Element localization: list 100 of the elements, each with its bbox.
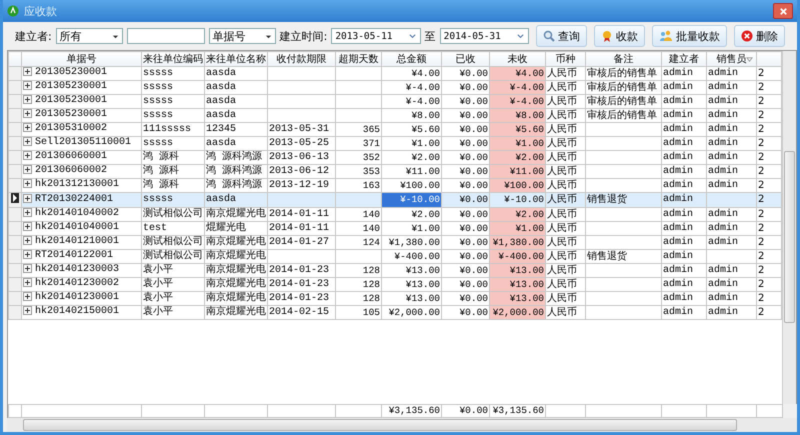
table-cell: hk201312130001	[35, 179, 120, 191]
table-cell: 2	[758, 152, 764, 164]
field-dropdown[interactable]: 单据号	[208, 28, 276, 44]
column-header[interactable]: 已收	[442, 52, 490, 66]
column-header[interactable]: 来往单位编码	[142, 52, 204, 66]
column-header[interactable]: 销售员	[706, 52, 756, 66]
table-cell: 南京焜耀光电	[206, 292, 266, 304]
horizontal-scrollbar[interactable]	[7, 418, 797, 432]
table-row[interactable]: 201305230001 sssss aasda ¥-4.00 ¥0.00 ¥-4.00 人民币 审核后的销售单 admin admin 2	[8, 94, 782, 108]
filter-icon[interactable]	[746, 56, 753, 63]
table-row[interactable]: hk201401230002 袁小平 南京焜耀光电 2014-01-23 128 ¥13.00 ¥0.00 ¥13.00 人民币 admin admin 2	[8, 278, 782, 292]
column-header[interactable]: 未收	[490, 52, 546, 66]
table-row[interactable]: 201305230001 sssss aasda ¥4.00 ¥0.00 ¥4.00 人民币 审核后的销售单 admin admin 2	[8, 66, 782, 80]
expand-icon[interactable]	[23, 81, 32, 90]
column-header[interactable]: 备注	[586, 52, 662, 66]
scroll-thumb[interactable]	[23, 419, 737, 431]
table-row[interactable]: hk201401230001 袁小平 南京焜耀光电 2014-01-23 128 ¥13.00 ¥0.00 ¥13.00 人民币 admin admin 2	[8, 292, 782, 306]
expand-icon[interactable]	[23, 179, 32, 188]
table-cell: 人民币	[547, 124, 577, 136]
expand-icon[interactable]	[23, 306, 32, 315]
table-cell: ¥13.00	[406, 292, 440, 304]
close-button[interactable]	[773, 3, 793, 19]
expand-icon[interactable]	[23, 278, 32, 287]
current-row-icon	[11, 193, 19, 203]
table-cell: sssss	[143, 138, 174, 150]
table-row[interactable]: hk201401040001 test 焜耀光电 2014-01-11 140 ¥1.00 ¥0.00 ¥1.00 人民币 admin admin 2	[8, 222, 782, 236]
table-cell: 人民币	[547, 138, 577, 150]
table-cell: sssss	[143, 96, 174, 108]
table-cell: 2	[758, 264, 764, 276]
table-row[interactable]: RT20130224001 sssss aasda ¥-10.00 ¥0.00 ¥-10.00 人民币 销售退货 admin 2	[8, 192, 782, 208]
table-row[interactable]: hk201402150001 袁小平 南京焜耀光电 2014-02-15 105 ¥2,000.00 ¥0.00 ¥2,000.00 人民币 admin admin 2	[8, 306, 782, 320]
column-header[interactable]: 来往单位名称	[204, 52, 268, 66]
table-cell: admin	[708, 222, 738, 234]
column-header[interactable]: 单据号	[22, 52, 142, 66]
column-header[interactable]: 收付款期限	[268, 52, 336, 66]
expand-icon[interactable]	[23, 123, 32, 132]
table-cell: 审核后的销售单	[587, 68, 657, 80]
table-cell: ¥-4.00	[510, 96, 544, 108]
table-row[interactable]: 201306060002 鸿 源科 鸿 源科鸿源 2013-06-12 353 ¥11.00 ¥0.00 ¥11.00 人民币 admin admin 2	[8, 164, 782, 178]
table-row[interactable]: 201305230001 sssss aasda ¥-4.00 ¥0.00 ¥-4.00 人民币 审核后的销售单 admin admin 2	[8, 80, 782, 94]
table-cell: 人民币	[547, 208, 577, 220]
expand-icon[interactable]	[23, 236, 32, 245]
search-button[interactable]: 查询	[536, 25, 587, 47]
table-cell: 审核后的销售单	[587, 110, 657, 122]
scroll-thumb[interactable]	[784, 151, 795, 323]
table-row[interactable]: Sell201305110001 sssss aasda 2013-05-25 371 ¥1.00 ¥0.00 ¥1.00 人民币 admin admin 2	[8, 136, 782, 150]
expand-icon[interactable]	[23, 151, 32, 160]
table-cell: admin	[708, 236, 738, 248]
table-row[interactable]: RT20140122001 测试相似公司 南京焜耀光电 ¥-400.00 ¥0.00 ¥-400.00 人民币 销售退货 admin 2	[8, 250, 782, 264]
received-sum: ¥0.00	[459, 405, 488, 417]
batch-button[interactable]: 批量收款	[652, 25, 727, 47]
table-cell: admin	[708, 152, 738, 164]
table-cell: 人民币	[547, 306, 577, 318]
vertical-scrollbar[interactable]	[782, 51, 796, 404]
creator-dropdown[interactable]: 所有	[56, 28, 123, 44]
table-cell: 201306060001	[35, 151, 108, 163]
chevron-icon	[408, 32, 417, 40]
expand-icon[interactable]	[23, 137, 32, 146]
expand-icon[interactable]	[23, 292, 32, 301]
table-cell: admin	[663, 138, 694, 150]
table-cell: ¥-400.00	[498, 250, 544, 262]
table-row[interactable]: hk201401230003 袁小平 南京焜耀光电 2014-01-23 128 ¥13.00 ¥0.00 ¥13.00 人民币 admin admin 2	[8, 264, 782, 278]
table-cell: 南京焜耀光电	[206, 278, 266, 290]
table-cell: 2	[758, 180, 764, 192]
table-cell: ¥0.00	[459, 124, 488, 136]
column-header[interactable]: 总金额	[382, 52, 442, 66]
expand-icon[interactable]	[23, 222, 32, 231]
column-header[interactable]: 超期天数	[336, 52, 382, 66]
expand-icon[interactable]	[23, 165, 32, 174]
expand-icon[interactable]	[23, 208, 32, 217]
keyword-field[interactable]	[126, 28, 205, 44]
table-row[interactable]: 201305310002 111sssss 12345 2013-05-31 365 ¥5.60 ¥0.00 ¥5.60 人民币 admin admin 2	[8, 122, 782, 136]
column-header[interactable]: 币种	[546, 52, 586, 66]
chevron-icon	[516, 32, 525, 40]
table-cell: 2	[758, 222, 764, 234]
table-row[interactable]: hk201401210001 测试相似公司 南京焜耀光电 2014-01-27 124 ¥1,380.00 ¥0.00 ¥1,380.00 人民币 admin admin 2	[8, 236, 782, 250]
expand-icon[interactable]	[23, 194, 32, 202]
expand-icon[interactable]	[23, 109, 32, 118]
table-cell: ¥-4.00	[406, 96, 440, 108]
table-row[interactable]: 201306060001 鸿 源科 鸿 源科鸿源 2013-06-13 352 ¥2.00 ¥0.00 ¥2.00 人民币 admin admin 2	[8, 150, 782, 164]
expand-icon[interactable]	[23, 67, 32, 76]
table-cell: 人民币	[547, 278, 577, 290]
table-cell: sssss	[143, 68, 174, 80]
expand-icon[interactable]	[23, 95, 32, 104]
table-row[interactable]: hk201401040002 测试相似公司 南京焜耀光电 2014-01-11 140 ¥2.00 ¥0.00 ¥2.00 人民币 admin admin 2	[8, 208, 782, 222]
table-cell: aasda	[206, 96, 236, 108]
table-cell: 2	[758, 124, 764, 136]
table-row[interactable]: 201305230001 sssss aasda ¥8.00 ¥0.00 ¥8.00 人民币 审核后的销售单 admin admin 2	[8, 108, 782, 122]
table-cell: 袁小平	[143, 278, 173, 290]
table-cell: ¥13.00	[406, 278, 440, 290]
date-from-picker[interactable]: 2013-05-11	[331, 28, 421, 44]
table-cell: 2	[758, 194, 764, 206]
expand-icon[interactable]	[23, 264, 32, 273]
expand-icon[interactable]	[23, 250, 32, 259]
date-to-picker[interactable]: 2014-05-31	[440, 28, 529, 44]
table-cell: admin	[663, 96, 694, 108]
column-header[interactable]: 建立者	[662, 52, 706, 66]
delete-button[interactable]: 删除	[734, 25, 785, 47]
receive-button[interactable]: 收款	[594, 25, 645, 47]
table-cell: admin	[708, 138, 738, 150]
